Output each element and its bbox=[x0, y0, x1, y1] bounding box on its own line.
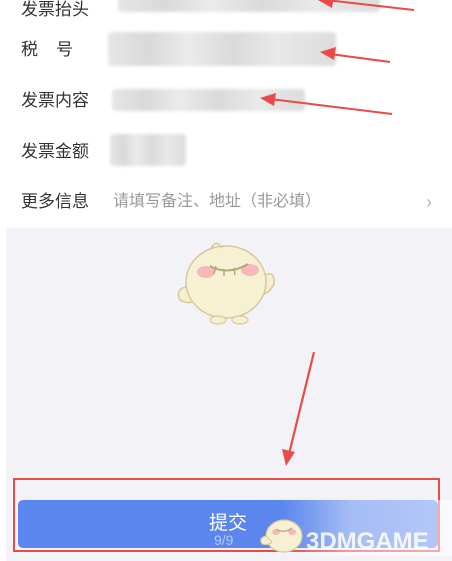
invoice-title-value[interactable] bbox=[118, 0, 380, 12]
mascot-illustration bbox=[177, 242, 275, 325]
invoice-amount-value[interactable] bbox=[110, 134, 186, 166]
more-info-placeholder[interactable]: 请填写备注、地址（非必填） bbox=[113, 192, 321, 212]
watermark-text: 3DMGAME bbox=[306, 528, 429, 555]
invoice-content-label: 发票内容 bbox=[21, 91, 89, 110]
chevron-right-icon[interactable]: › bbox=[426, 192, 432, 212]
invoice-form: 发票抬头 税号 发票内容 发票金额 更多信息 请填写备注、地址（非必填） › bbox=[0, 0, 452, 228]
page-indicator: 9/9 bbox=[214, 532, 234, 548]
invoice-title-label: 发票抬头 bbox=[21, 0, 89, 19]
more-info-row[interactable]: 更多信息 请填写备注、地址（非必填） › bbox=[0, 180, 452, 228]
tax-number-label: 税号 bbox=[21, 40, 91, 59]
invoice-content-value[interactable] bbox=[112, 89, 305, 111]
watermark-mascot-icon bbox=[260, 519, 303, 553]
invoice-amount-label: 发票金额 bbox=[21, 142, 89, 161]
tax-number-value[interactable] bbox=[108, 32, 336, 66]
tax-number-row[interactable]: 税号 bbox=[0, 28, 452, 76]
invoice-amount-row[interactable]: 发票金额 bbox=[0, 130, 452, 178]
more-info-label: 更多信息 bbox=[21, 192, 89, 211]
invoice-form-page: 发票抬头 税号 发票内容 发票金额 更多信息 请填写备注、地址（非必填） › 提… bbox=[0, 0, 452, 561]
invoice-content-row[interactable]: 发票内容 bbox=[0, 78, 452, 126]
